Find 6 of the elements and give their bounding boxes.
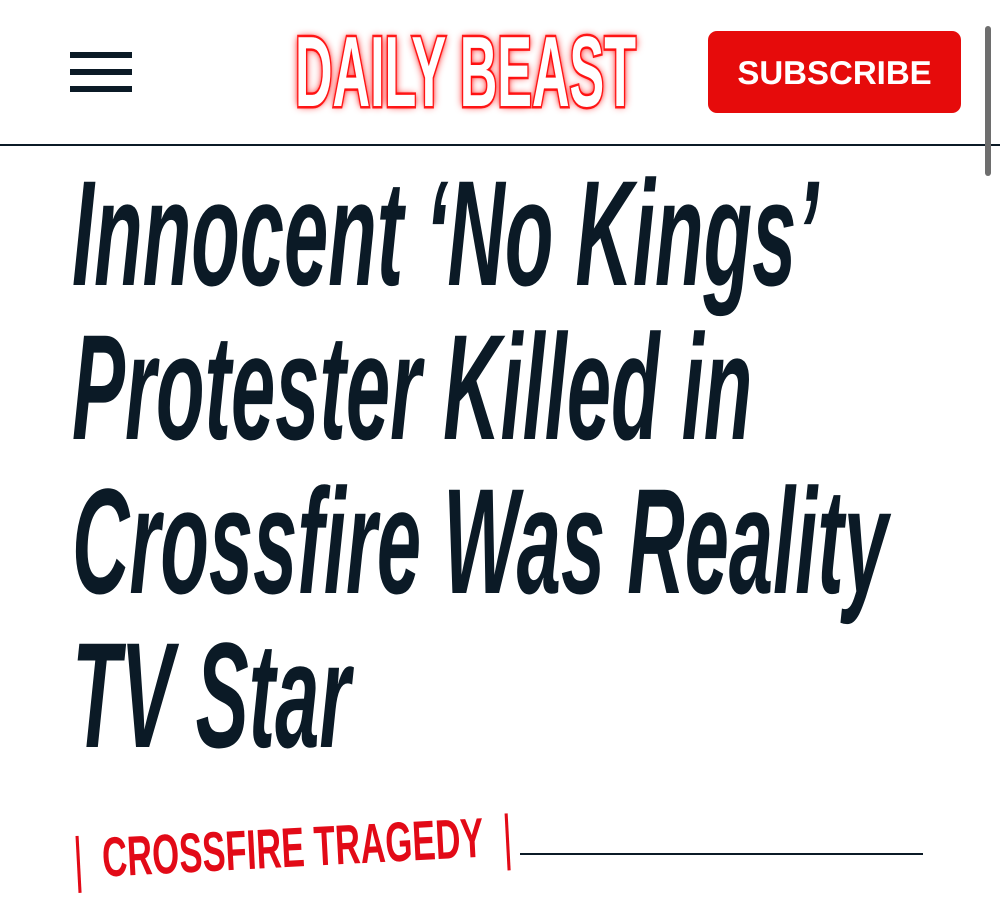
menu-button[interactable] (70, 52, 132, 92)
menu-icon (70, 52, 132, 92)
subscribe-button[interactable]: SUBSCRIBE (708, 31, 961, 113)
section-tag[interactable]: CROSSFIRE TRAGEDY (76, 813, 511, 893)
article-headline: Innocent ‘No Kings’ Protester Killed in Crossfire Was Reality TV Star (72, 156, 931, 772)
scrollbar-thumb[interactable] (985, 26, 991, 176)
